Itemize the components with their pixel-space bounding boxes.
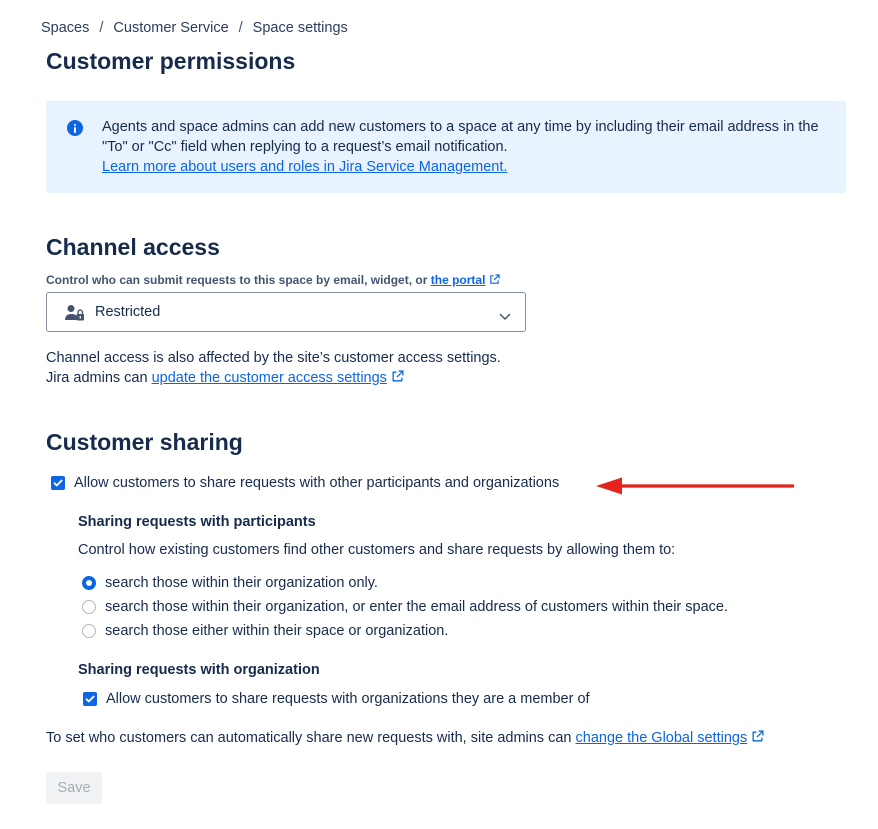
external-link-icon <box>751 730 764 747</box>
channel-access-note-line2: Jira admins can update the customer acce… <box>46 368 501 389</box>
global-settings-note: To set who customers can automatically s… <box>46 730 764 747</box>
restricted-user-icon <box>65 304 85 327</box>
org-sharing-label: Allow customers to share requests with o… <box>106 691 590 707</box>
global-settings-text: To set who customers can automatically s… <box>46 730 572 746</box>
checkbox-checked-icon <box>53 479 63 487</box>
radio-button-selected[interactable] <box>82 576 96 590</box>
change-global-settings-link[interactable]: change the Global settings <box>576 730 748 746</box>
radio-option-label: search those within their organization o… <box>105 575 378 591</box>
info-icon <box>67 120 83 136</box>
customer-sharing-heading: Customer sharing <box>46 429 243 455</box>
info-banner-text: Agents and space admins can add new cust… <box>102 117 832 177</box>
org-sharing-checkbox[interactable] <box>83 692 97 706</box>
jira-admins-text: Jira admins can <box>46 370 148 386</box>
external-link-icon <box>391 369 404 389</box>
breadcrumb-customer-service[interactable]: Customer Service <box>113 20 228 36</box>
chevron-down-icon <box>499 308 511 326</box>
org-sharing-row: Allow customers to share requests with o… <box>83 691 590 707</box>
allow-sharing-checkbox[interactable] <box>51 476 65 490</box>
channel-access-note-line1: Channel access is also affected by the s… <box>46 350 501 366</box>
info-banner: Agents and space admins can add new cust… <box>46 101 846 193</box>
radio-option[interactable]: search those within their organization, … <box>82 599 728 615</box>
page-title: Customer permissions <box>46 48 296 74</box>
channel-access-label: Control who can submit requests to this … <box>46 273 501 288</box>
checkbox-checked-icon <box>85 695 95 703</box>
allow-sharing-label: Allow customers to share requests with o… <box>74 475 560 491</box>
radio-option[interactable]: search those within their organization o… <box>82 575 378 591</box>
radio-button[interactable] <box>82 624 96 638</box>
channel-access-note: Channel access is also affected by the s… <box>46 348 501 389</box>
channel-access-heading: Channel access <box>46 234 220 260</box>
update-customer-access-link[interactable]: update the customer access settings <box>152 370 387 386</box>
organization-heading: Sharing requests with organization <box>78 662 320 678</box>
participants-description: Control how existing customers find othe… <box>78 542 676 558</box>
radio-option-label: search those either within their space o… <box>105 623 449 639</box>
info-banner-message: Agents and space admins can add new cust… <box>102 119 819 155</box>
radio-option[interactable]: search those either within their space o… <box>82 623 448 639</box>
breadcrumb-space-settings[interactable]: Space settings <box>253 20 348 36</box>
radio-button[interactable] <box>82 600 96 614</box>
breadcrumb-spaces[interactable]: Spaces <box>41 20 89 36</box>
external-link-icon <box>489 274 501 288</box>
breadcrumb-separator: / <box>238 20 243 36</box>
channel-access-label-text: Control who can submit requests to this … <box>46 273 428 287</box>
portal-link[interactable]: the portal <box>431 273 486 287</box>
breadcrumb-separator: / <box>99 20 104 36</box>
learn-more-link[interactable]: Learn more about users and roles in Jira… <box>102 157 507 177</box>
annotation-arrow <box>596 476 796 501</box>
channel-access-selected-value: Restricted <box>95 304 161 320</box>
allow-sharing-row: Allow customers to share requests with o… <box>51 475 559 491</box>
radio-option-label: search those within their organization, … <box>105 599 729 615</box>
breadcrumb: Spaces / Customer Service / Space settin… <box>41 20 348 36</box>
save-button[interactable]: Save <box>46 772 102 804</box>
channel-access-select[interactable]: Restricted <box>46 292 526 332</box>
participants-heading: Sharing requests with participants <box>78 514 316 530</box>
